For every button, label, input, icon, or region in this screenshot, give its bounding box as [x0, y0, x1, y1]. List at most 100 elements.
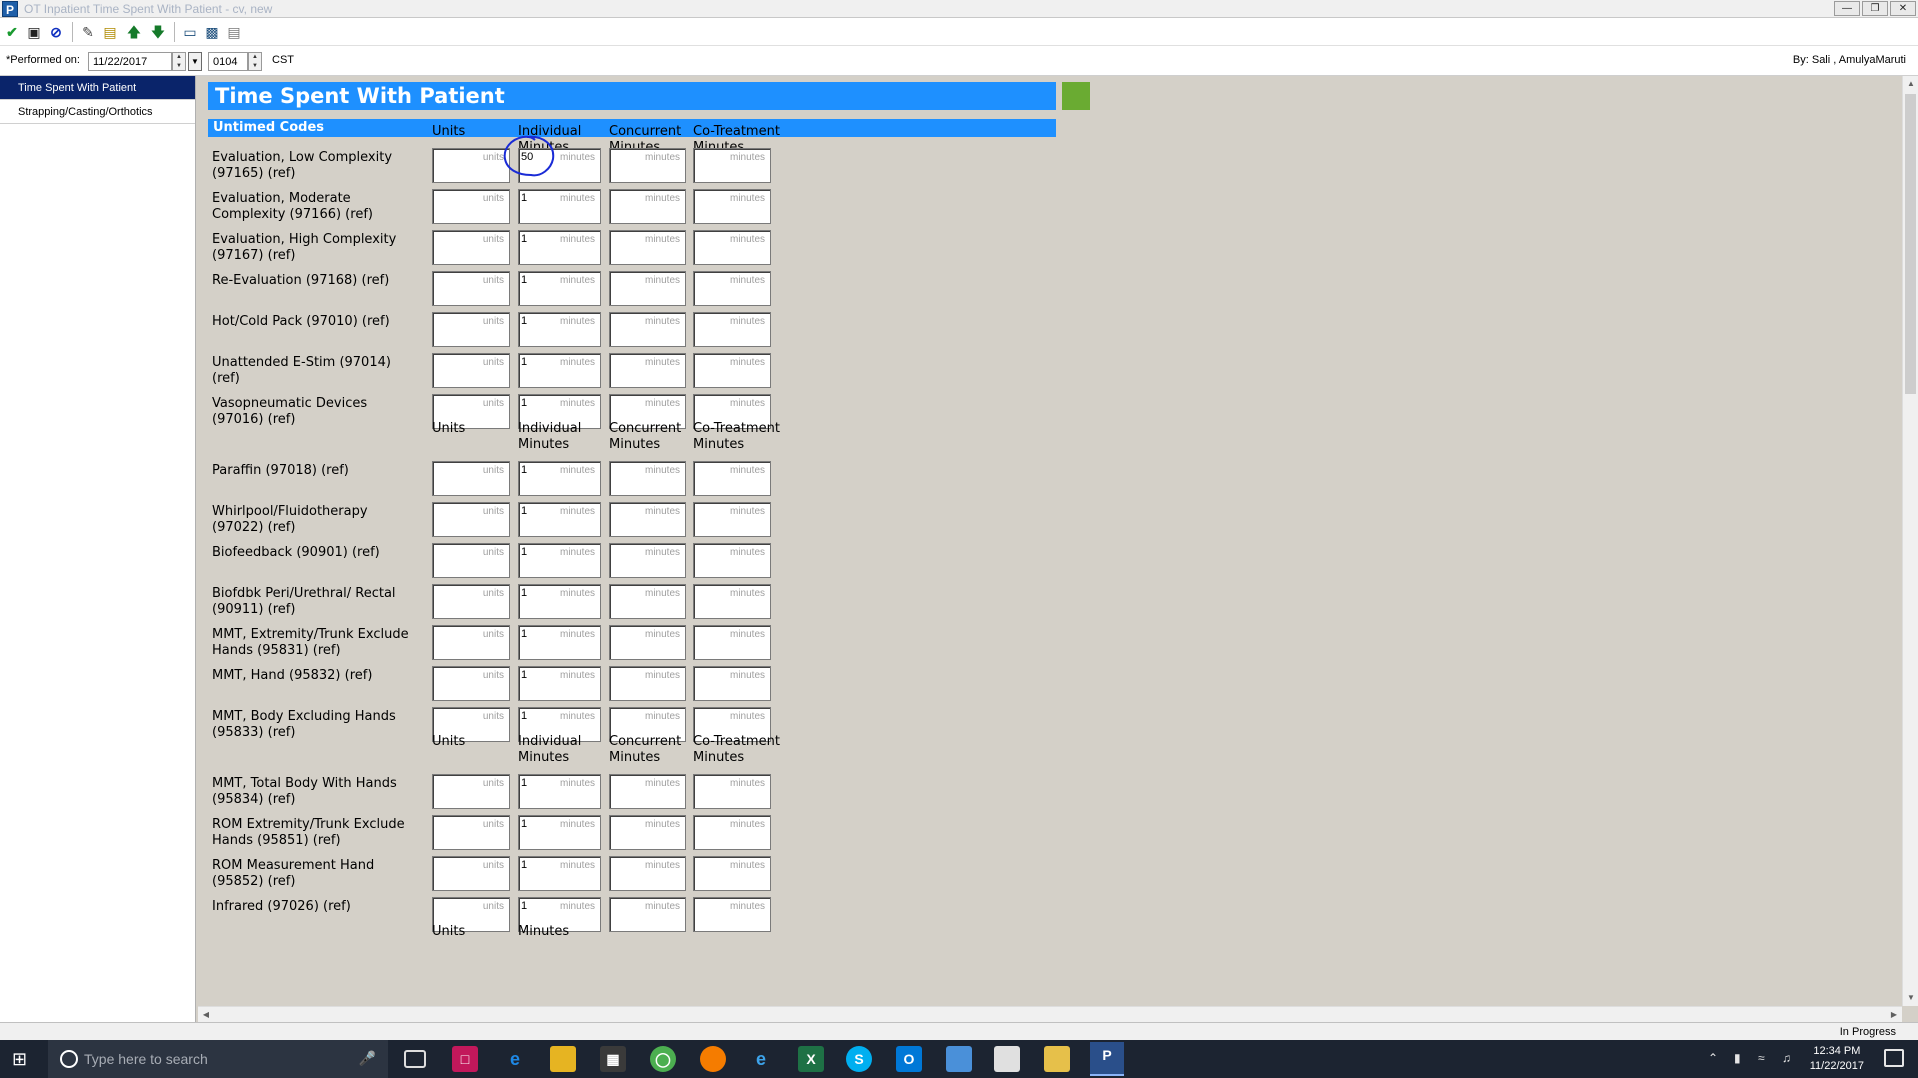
- concurrent-input[interactable]: minutes: [609, 502, 686, 537]
- firefox-icon[interactable]: [700, 1046, 726, 1072]
- scroll-left-icon[interactable]: ◀: [198, 1007, 214, 1023]
- concurrent-input[interactable]: minutes: [609, 271, 686, 306]
- up-arrow-icon[interactable]: 🡅: [124, 22, 144, 42]
- volume-icon[interactable]: ♫: [1782, 1051, 1791, 1065]
- edge-icon[interactable]: e: [502, 1046, 528, 1072]
- cotreatment-input[interactable]: minutes: [693, 666, 771, 701]
- individual-input[interactable]: minutes 1: [518, 312, 601, 347]
- form-icon[interactable]: ▩: [202, 22, 222, 42]
- scroll-down-icon[interactable]: ▼: [1903, 990, 1918, 1006]
- document-icon[interactable]: ▤: [224, 22, 244, 42]
- file-explorer-icon[interactable]: [550, 1046, 576, 1072]
- cotreatment-input[interactable]: minutes: [693, 461, 771, 496]
- excel-icon[interactable]: X: [798, 1046, 824, 1072]
- units-input[interactable]: units: [432, 543, 510, 578]
- task-view-icon[interactable]: [404, 1050, 426, 1068]
- folder-icon[interactable]: [1044, 1046, 1070, 1072]
- minimize-button[interactable]: —: [1834, 1, 1860, 16]
- individual-input[interactable]: minutes 1: [518, 189, 601, 224]
- individual-input[interactable]: minutes 1: [518, 584, 601, 619]
- scroll-right-icon[interactable]: ▶: [1886, 1007, 1902, 1023]
- units-input[interactable]: units: [432, 271, 510, 306]
- scroll-up-icon[interactable]: ▲: [1903, 76, 1918, 92]
- app-chart-icon[interactable]: [994, 1046, 1020, 1072]
- cotreatment-input[interactable]: minutes: [693, 148, 771, 183]
- powerchart-icon[interactable]: P: [1090, 1042, 1124, 1076]
- individual-input[interactable]: minutes 50: [503, 135, 601, 183]
- reference-icon[interactable]: ▤: [100, 22, 120, 42]
- tray-chevron-icon[interactable]: ⌃: [1708, 1051, 1718, 1065]
- individual-input[interactable]: minutes 1: [518, 815, 601, 850]
- concurrent-input[interactable]: minutes: [609, 584, 686, 619]
- cotreatment-input[interactable]: minutes: [693, 584, 771, 619]
- close-button[interactable]: ✕: [1890, 1, 1916, 16]
- units-input[interactable]: units: [432, 856, 510, 891]
- individual-input[interactable]: minutes 1: [518, 353, 601, 388]
- cotreatment-input[interactable]: minutes: [693, 774, 771, 809]
- scroll-thumb[interactable]: [1905, 94, 1916, 394]
- monitor-icon[interactable]: ▭: [180, 22, 200, 42]
- concurrent-input[interactable]: minutes: [609, 625, 686, 660]
- individual-input[interactable]: minutes 1: [518, 774, 601, 809]
- individual-input[interactable]: minutes 1: [518, 230, 601, 265]
- concurrent-input[interactable]: minutes: [609, 189, 686, 224]
- cancel-icon[interactable]: ⊘: [46, 22, 66, 42]
- cotreatment-input[interactable]: minutes: [693, 897, 771, 932]
- units-input[interactable]: units: [432, 625, 510, 660]
- taskbar-search[interactable]: Type here to search 🎤: [48, 1040, 388, 1078]
- windows-start-icon[interactable]: ⊞: [12, 1049, 32, 1069]
- notifications-icon[interactable]: [1884, 1049, 1904, 1067]
- concurrent-input[interactable]: minutes: [609, 312, 686, 347]
- cotreatment-input[interactable]: minutes: [693, 230, 771, 265]
- down-arrow-icon[interactable]: 🡇: [148, 22, 168, 42]
- concurrent-input[interactable]: minutes: [609, 666, 686, 701]
- concurrent-input[interactable]: minutes: [609, 543, 686, 578]
- units-input[interactable]: units: [432, 461, 510, 496]
- date-spinner[interactable]: ▲ ▼: [172, 52, 186, 71]
- cotreatment-input[interactable]: minutes: [693, 543, 771, 578]
- chrome-icon[interactable]: ◯: [650, 1046, 676, 1072]
- vertical-scrollbar[interactable]: ▲ ▼: [1902, 76, 1918, 1006]
- cotreatment-input[interactable]: minutes: [693, 625, 771, 660]
- concurrent-input[interactable]: minutes: [609, 148, 686, 183]
- internet-explorer-icon[interactable]: e: [748, 1046, 774, 1072]
- concurrent-input[interactable]: minutes: [609, 897, 686, 932]
- units-input[interactable]: units: [432, 353, 510, 388]
- cotreatment-input[interactable]: minutes: [693, 353, 771, 388]
- individual-input[interactable]: minutes 1: [518, 271, 601, 306]
- sidebar-item-strapping[interactable]: Strapping/Casting/Orthotics: [0, 100, 195, 124]
- cotreatment-input[interactable]: minutes: [693, 856, 771, 891]
- skype-icon[interactable]: S: [846, 1046, 872, 1072]
- outlook-icon[interactable]: O: [896, 1046, 922, 1072]
- performed-date-field[interactable]: 11/22/2017: [88, 52, 172, 71]
- restore-button[interactable]: ❐: [1862, 1, 1888, 16]
- app-pink-icon[interactable]: □: [452, 1046, 478, 1072]
- sign-checkmark-icon[interactable]: ✔: [2, 22, 22, 42]
- units-input[interactable]: units: [432, 502, 510, 537]
- performed-time-field[interactable]: 0104: [208, 52, 248, 71]
- save-icon[interactable]: ▣: [24, 22, 44, 42]
- wifi-icon[interactable]: ≈: [1758, 1051, 1765, 1065]
- units-input[interactable]: units: [432, 189, 510, 224]
- time-spinner[interactable]: ▲ ▼: [248, 52, 262, 71]
- taskbar-clock[interactable]: 12:34 PM 11/22/2017: [1810, 1044, 1864, 1074]
- individual-input[interactable]: minutes 1: [518, 543, 601, 578]
- concurrent-input[interactable]: minutes: [609, 353, 686, 388]
- individual-input[interactable]: minutes 1: [518, 502, 601, 537]
- sidebar-item-time-spent[interactable]: Time Spent With Patient: [0, 76, 195, 100]
- cotreatment-input[interactable]: minutes: [693, 502, 771, 537]
- individual-input[interactable]: minutes 1: [518, 625, 601, 660]
- cotreatment-input[interactable]: minutes: [693, 271, 771, 306]
- individual-input[interactable]: minutes 1: [518, 461, 601, 496]
- concurrent-input[interactable]: minutes: [609, 856, 686, 891]
- horizontal-scrollbar[interactable]: ◀ ▶: [198, 1006, 1902, 1022]
- units-input[interactable]: units: [432, 584, 510, 619]
- date-dropdown-button[interactable]: ▼: [188, 52, 202, 71]
- concurrent-input[interactable]: minutes: [609, 774, 686, 809]
- cotreatment-input[interactable]: minutes: [693, 189, 771, 224]
- units-input[interactable]: units: [432, 230, 510, 265]
- battery-icon[interactable]: ▮: [1734, 1051, 1741, 1065]
- concurrent-input[interactable]: minutes: [609, 461, 686, 496]
- edit-icon[interactable]: ✎: [78, 22, 98, 42]
- individual-input[interactable]: minutes 1: [518, 666, 601, 701]
